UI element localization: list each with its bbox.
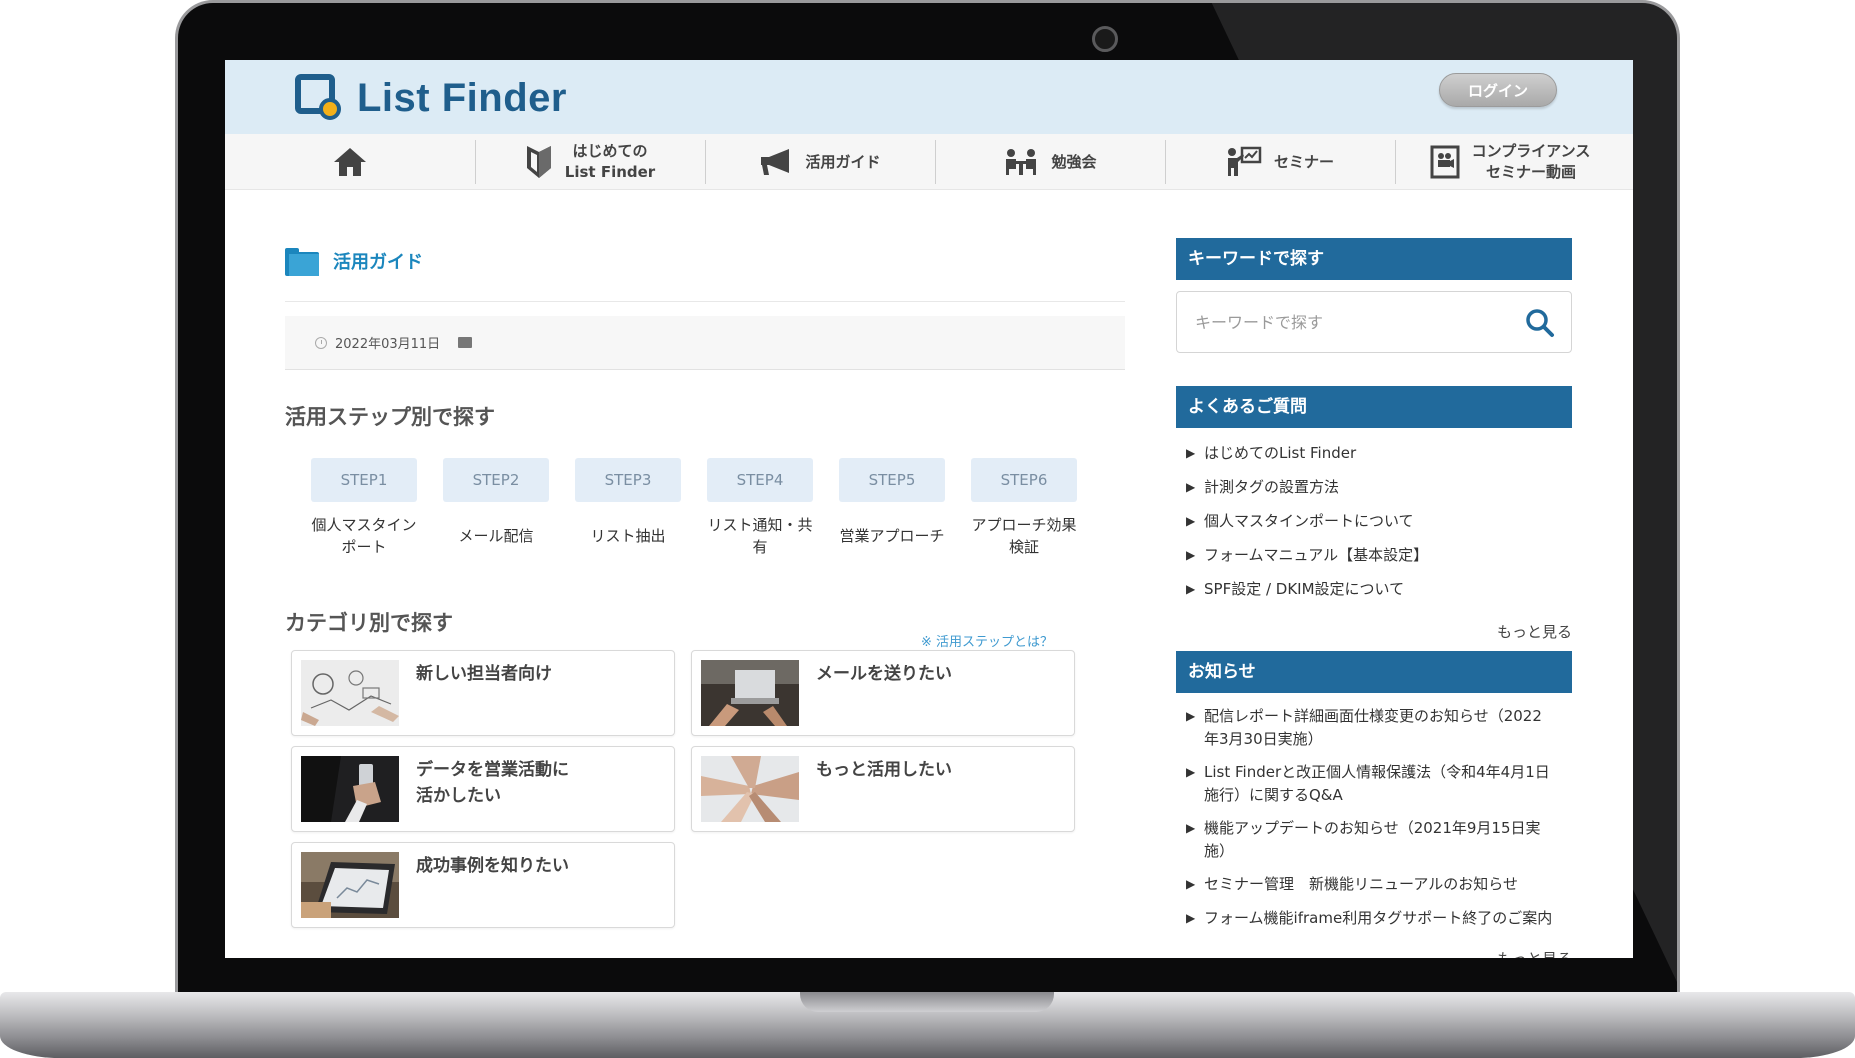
- nav-study-label: 勉強会: [1051, 152, 1097, 171]
- category-title: データを営業活動に 活かしたい: [416, 760, 569, 806]
- site-header: List Finder ログイン: [225, 60, 1633, 134]
- category-card[interactable]: もっと活用したい: [691, 746, 1075, 832]
- webcam: [1092, 26, 1118, 52]
- faq-link[interactable]: フォームマニュアル【基本設定】: [1176, 544, 1572, 567]
- folder-icon: [285, 248, 319, 276]
- laptop-photo-thumbnail: [701, 660, 799, 726]
- megaphone-icon: [761, 149, 790, 175]
- category-card[interactable]: メールを送りたい: [691, 650, 1075, 736]
- faq-list: はじめてのList Finder 計測タグの設置方法 個人マスタインポートについ…: [1176, 442, 1572, 601]
- step-label: リスト通知・共 有: [707, 516, 813, 556]
- step-label: リスト抽出: [590, 527, 666, 545]
- news-link[interactable]: フォーム機能iframe利用タグサポート終了のご案内: [1176, 907, 1556, 930]
- step-item: STEP4 リスト通知・共 有: [707, 458, 813, 558]
- categories-heading: カテゴリ別で探す: [285, 611, 453, 635]
- step-label: メール配信: [458, 527, 534, 545]
- step-1-button[interactable]: STEP1: [311, 458, 417, 502]
- faq-more-link[interactable]: もっと見る: [1176, 621, 1572, 642]
- news-heading: お知らせ: [1176, 651, 1572, 693]
- search-heading: キーワードで探す: [1176, 238, 1572, 280]
- logo-text: List Finder: [357, 75, 567, 120]
- divider: [285, 301, 1125, 302]
- home-icon: [334, 148, 366, 176]
- category-title: 新しい担当者向け: [416, 664, 552, 684]
- post-date: 2022年03月11日: [335, 337, 441, 352]
- page-title-text[interactable]: 活用ガイド: [333, 248, 423, 274]
- news-section: お知らせ 配信レポート詳細画面仕様変更のお知らせ（2022年3月30日実施） L…: [1176, 651, 1572, 958]
- tablet-chart-thumbnail: [301, 852, 399, 918]
- steps-help-link[interactable]: ※ 活用ステップとは？: [921, 631, 1053, 650]
- teamwork-hands-thumbnail: [701, 756, 799, 822]
- page-title: 活用ガイド: [285, 248, 423, 276]
- nav-compliance[interactable]: コンプライアンス セミナー動画: [1395, 134, 1625, 190]
- faq-link[interactable]: 個人マスタインポートについて: [1176, 510, 1572, 533]
- faq-section: よくあるご質問 はじめてのList Finder 計測タグの設置方法 個人マスタ…: [1176, 386, 1572, 642]
- faq-heading: よくあるご質問: [1176, 386, 1572, 428]
- clock-icon: [315, 336, 327, 349]
- step-item: STEP2 メール配信: [443, 458, 549, 558]
- post-meta: 2022年03月11日: [285, 316, 1125, 370]
- step-6-button[interactable]: STEP6: [971, 458, 1077, 502]
- step-3-button[interactable]: STEP3: [575, 458, 681, 502]
- nav-guide[interactable]: 活用ガイド: [705, 134, 935, 190]
- smartphone-photo-thumbnail: [301, 756, 399, 822]
- category-folder-icon: [458, 337, 473, 348]
- search-input[interactable]: [1177, 292, 1507, 352]
- study-group-icon: [1006, 149, 1037, 175]
- nav-seminar-label: セミナー: [1273, 152, 1334, 171]
- nav-seminar[interactable]: セミナー: [1165, 134, 1395, 190]
- category-title: メールを送りたい: [816, 664, 952, 684]
- step-4-button[interactable]: STEP4: [707, 458, 813, 502]
- nav-guide-label: 活用ガイド: [805, 152, 881, 171]
- sketch-photo-thumbnail: [301, 660, 399, 726]
- nav-compliance-label: コンプライアンス セミナー動画: [1471, 142, 1591, 181]
- sidebar: キーワードで探す よくあるご質問 はじめてのList Finder 計測タグの設…: [1176, 238, 1572, 958]
- step-item: STEP1 個人マスタイン ポート: [311, 458, 417, 558]
- faq-link[interactable]: SPF設定 / DKIM設定について: [1176, 578, 1572, 601]
- category-card[interactable]: 新しい担当者向け: [291, 650, 675, 736]
- faq-link[interactable]: はじめてのList Finder: [1176, 442, 1572, 465]
- news-link[interactable]: List Finderと改正個人情報保護法（令和4年4月1日施行）に関するQ&A: [1176, 761, 1556, 807]
- step-item: STEP6 アプローチ効果 検証: [971, 458, 1077, 558]
- step-label: 営業アプローチ: [839, 527, 945, 545]
- nav-beginner-label: はじめての List Finder: [564, 142, 656, 181]
- category-title: もっと活用したい: [816, 760, 952, 780]
- main-nav: はじめての List Finder 活用ガイド 勉強会 セミナー コンプライアン…: [225, 134, 1633, 190]
- logo-mark-icon: [295, 74, 343, 122]
- browser-screen: List Finder ログイン はじめての List Finder 活用ガイド: [225, 60, 1633, 958]
- video-document-icon: [1430, 145, 1460, 179]
- category-card[interactable]: 成功事例を知りたい: [291, 842, 675, 928]
- step-label: 個人マスタイン ポート: [311, 516, 417, 556]
- seminar-presenter-icon: [1227, 146, 1262, 176]
- news-link[interactable]: 配信レポート詳細画面仕様変更のお知らせ（2022年3月30日実施）: [1176, 705, 1556, 751]
- nav-home[interactable]: [225, 134, 475, 190]
- search-icon[interactable]: [1525, 308, 1555, 338]
- news-link[interactable]: 機能アップデートのお知らせ（2021年9月15日実施）: [1176, 817, 1556, 863]
- step-label: アプローチ効果 検証: [971, 516, 1077, 556]
- step-item: STEP5 営業アプローチ: [839, 458, 945, 558]
- faq-link[interactable]: 計測タグの設置方法: [1176, 476, 1572, 499]
- login-button[interactable]: ログイン: [1439, 73, 1557, 107]
- step-5-button[interactable]: STEP5: [839, 458, 945, 502]
- step-2-button[interactable]: STEP2: [443, 458, 549, 502]
- search-box: [1176, 291, 1572, 353]
- nav-beginner[interactable]: はじめての List Finder: [475, 134, 705, 190]
- news-more-link[interactable]: もっと見る: [1176, 948, 1572, 958]
- nav-study[interactable]: 勉強会: [935, 134, 1165, 190]
- laptop-notch: [800, 992, 1054, 1012]
- news-link[interactable]: セミナー管理 新機能リニューアルのお知らせ: [1176, 873, 1556, 896]
- news-list: 配信レポート詳細画面仕様変更のお知らせ（2022年3月30日実施） List F…: [1176, 705, 1556, 930]
- category-title: 成功事例を知りたい: [416, 856, 569, 876]
- category-card[interactable]: データを営業活動に 活かしたい: [291, 746, 675, 832]
- steps-row: STEP1 個人マスタイン ポート STEP2 メール配信 STEP3 リスト抽…: [311, 458, 1077, 558]
- step-item: STEP3 リスト抽出: [575, 458, 681, 558]
- steps-heading: 活用ステップ別で探す: [285, 405, 495, 429]
- site-logo[interactable]: List Finder: [295, 74, 567, 122]
- beginner-mark-icon: [526, 146, 551, 178]
